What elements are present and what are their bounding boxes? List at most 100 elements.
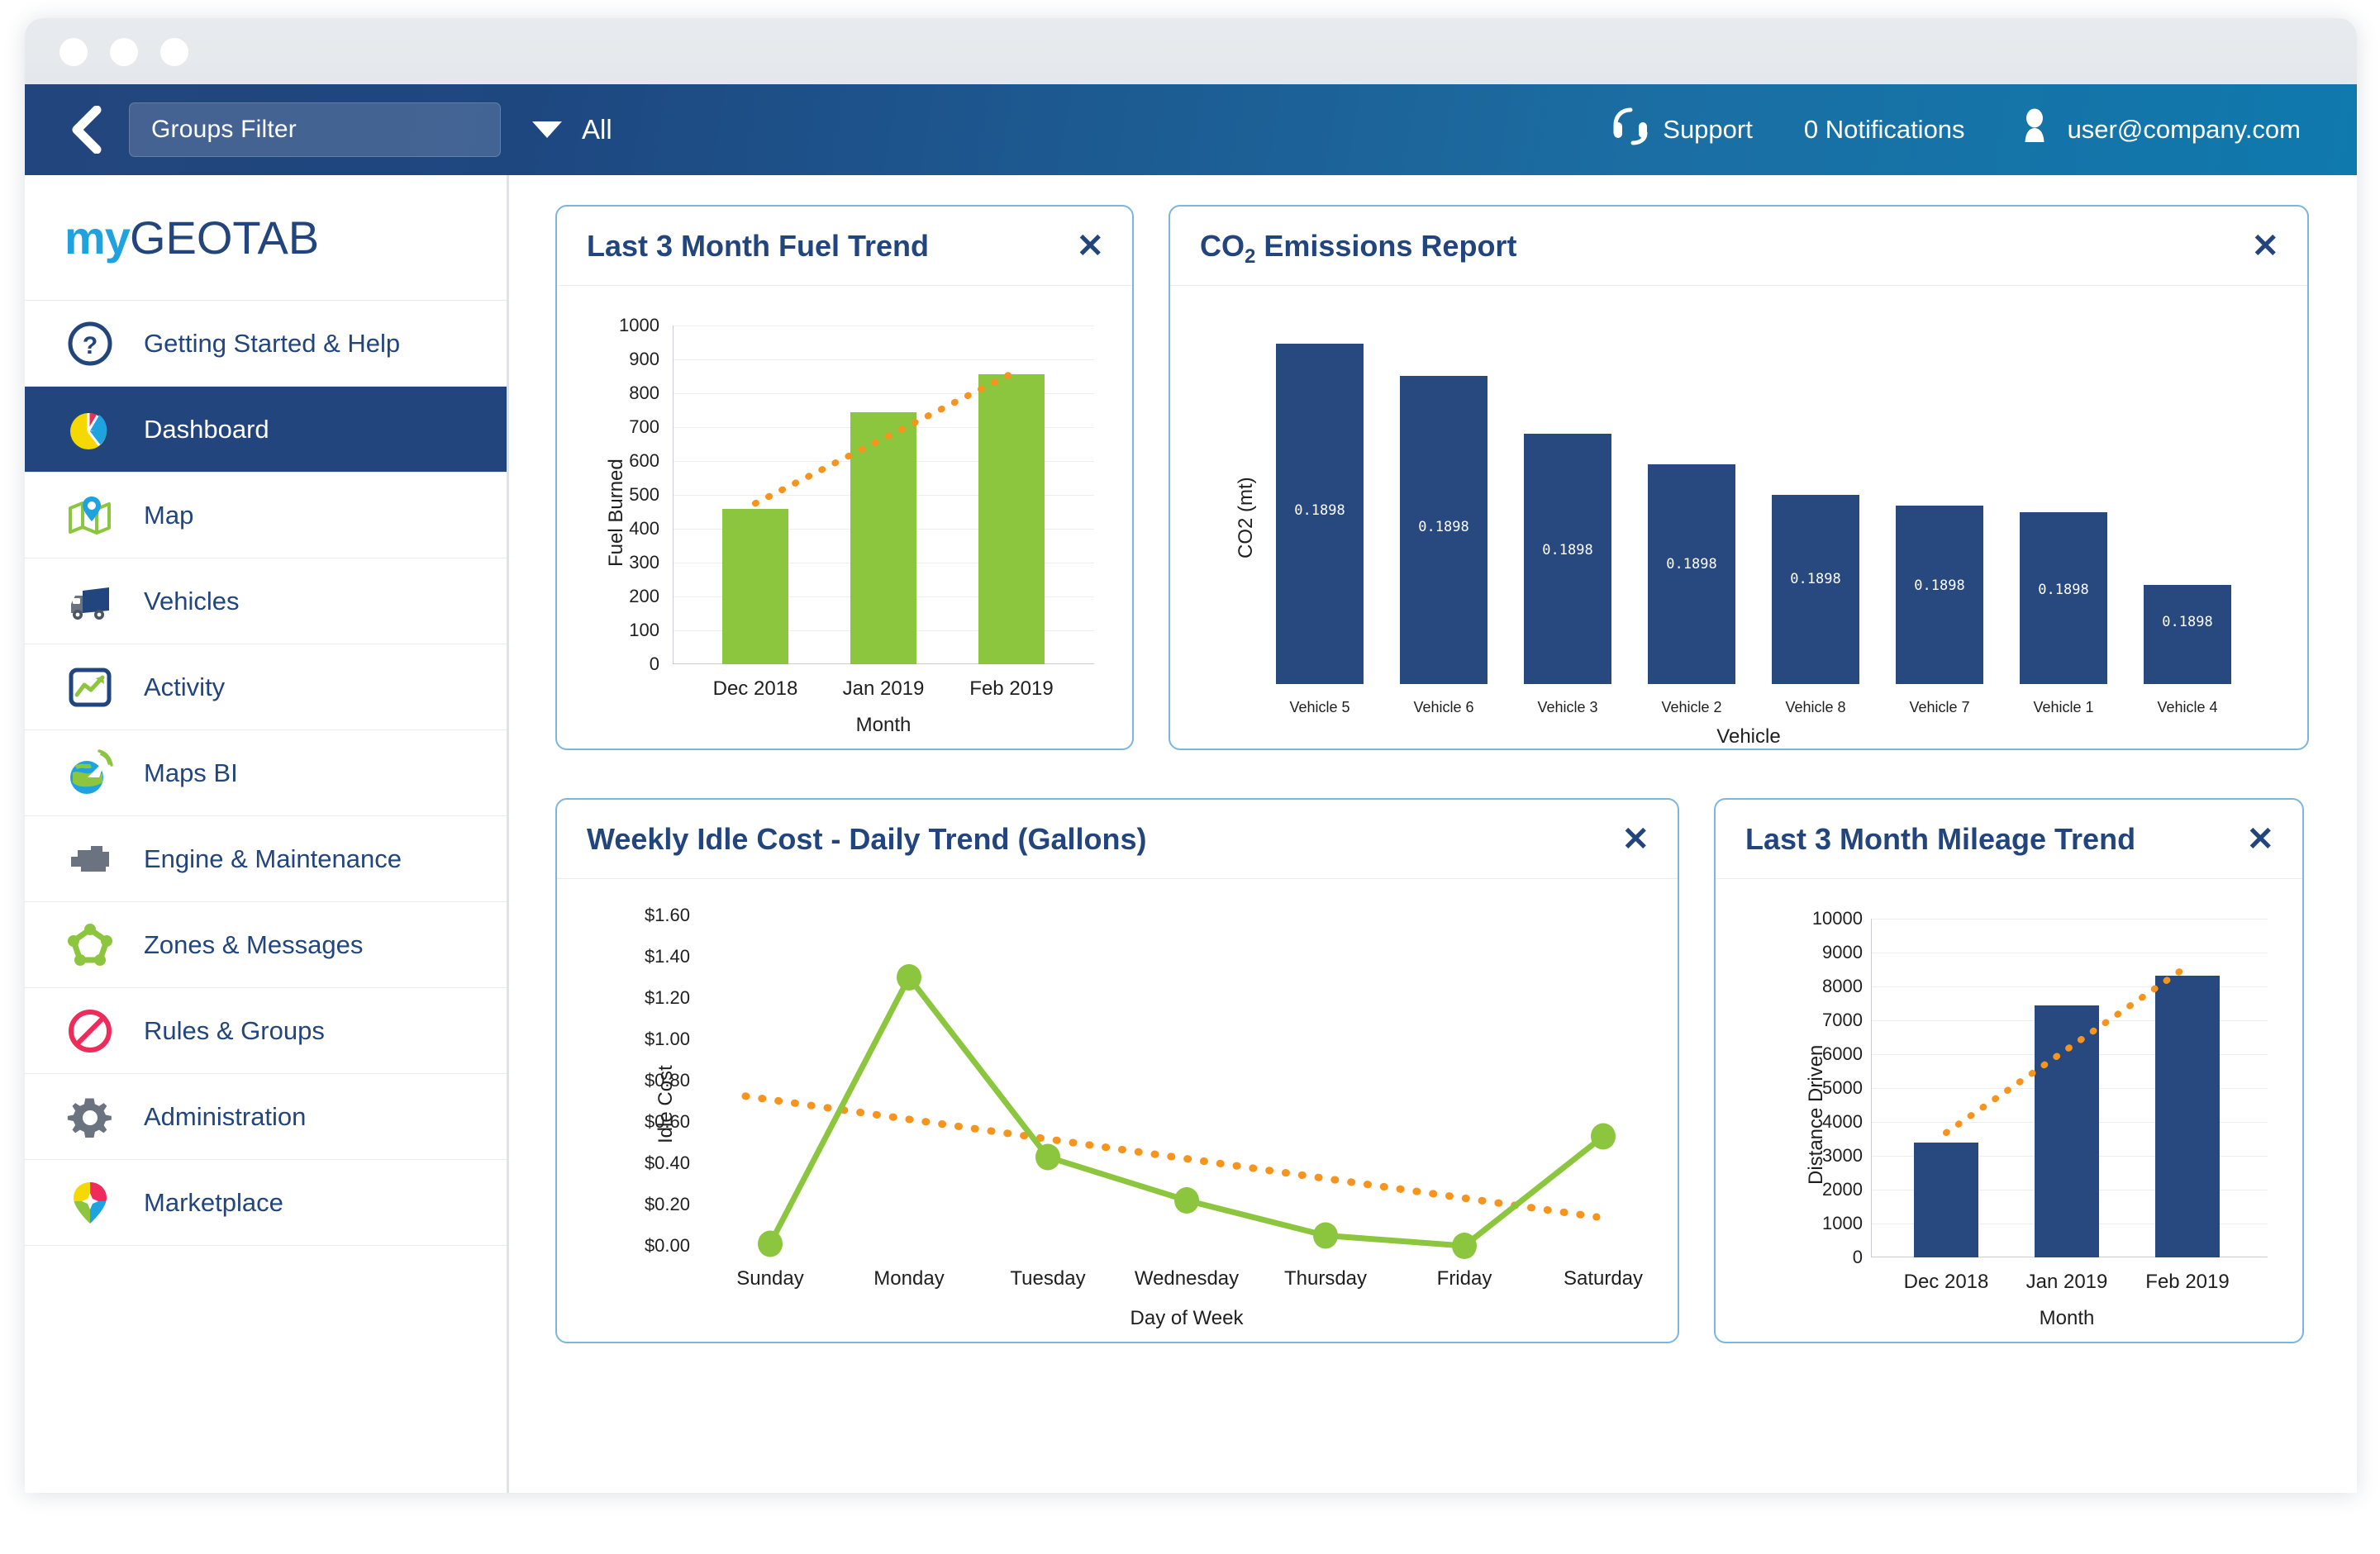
- x-tick: Saturday: [1563, 1267, 1644, 1290]
- y-tick: 10000: [1811, 908, 1863, 929]
- user-account-button[interactable]: user@company.com: [2016, 107, 2301, 152]
- y-tick: $0.20: [644, 1194, 690, 1214]
- close-window-button[interactable]: [60, 38, 88, 66]
- bar-value-label: 0.1898: [1666, 556, 1717, 573]
- plot-area: 0.1898 0.1898 0.1898 0.1898 0.1898 0.189…: [1269, 329, 2253, 684]
- support-button[interactable]: Support: [1612, 107, 1753, 152]
- sidebar-item-label: Vehicles: [144, 586, 240, 615]
- bar-vehicle-4: [2144, 585, 2231, 684]
- top-navigation-bar: Groups Filter All Support 0 Notification…: [25, 84, 2357, 175]
- x-axis-label: Month: [2039, 1307, 2095, 1329]
- x-tick: Tuesday: [1010, 1267, 1086, 1290]
- chart-fuel-trend: 1000 900 800 700 600 500 400 300 200 100…: [557, 286, 1132, 748]
- bar-value-label: 0.1898: [1914, 577, 1965, 594]
- user-avatar-icon: [2016, 107, 2053, 152]
- sidebar-item-administration[interactable]: Administration: [25, 1074, 507, 1160]
- x-tick: Monday: [873, 1267, 945, 1290]
- chart-mileage-trend: 10000 9000 8000 7000 6000 5000 4000 3000…: [1716, 879, 2302, 1342]
- truck-icon: [64, 576, 116, 627]
- trend-up-icon: [64, 662, 116, 713]
- card-header: Last 3 Month Mileage Trend ✕: [1716, 800, 2302, 879]
- groups-filter-input[interactable]: Groups Filter: [129, 102, 501, 157]
- sidebar-item-label: Marketplace: [144, 1187, 283, 1217]
- trendline: [1943, 962, 2191, 1137]
- x-axis-label: Vehicle: [1716, 725, 1781, 748]
- marketplace-pin-icon: [64, 1177, 116, 1228]
- logo-geotab-text: GEOTAB: [129, 211, 320, 264]
- x-tick: Dec 2018: [1903, 1271, 1989, 1293]
- x-tick: Vehicle 2: [1661, 699, 1722, 715]
- y-tick: $1.40: [644, 946, 690, 967]
- app-window: Groups Filter All Support 0 Notification…: [25, 18, 2357, 1493]
- window-controls: [60, 38, 188, 66]
- topbar-right-cluster: Support 0 Notifications user@company.com: [1612, 107, 2301, 152]
- x-tick: Vehicle 8: [1785, 699, 1846, 715]
- sidebar-item-rules-groups[interactable]: Rules & Groups: [25, 988, 507, 1074]
- gear-icon: [64, 1091, 116, 1143]
- notifications-button[interactable]: 0 Notifications: [1804, 115, 1965, 145]
- close-icon[interactable]: ✕: [2246, 823, 2274, 856]
- support-label: Support: [1663, 115, 1753, 144]
- x-tick: Vehicle 4: [2157, 699, 2218, 715]
- x-tick: Vehicle 1: [2033, 699, 2094, 715]
- bar-vehicle-3: [1524, 434, 1611, 684]
- sidebar-item-label: Activity: [144, 672, 226, 701]
- sidebar-item-marketplace[interactable]: Marketplace: [25, 1160, 507, 1246]
- brand-logo: myGEOTAB: [25, 175, 507, 301]
- sidebar-item-activity[interactable]: Activity: [25, 644, 507, 730]
- y-axis-label: CO2 (mt): [1235, 477, 1257, 558]
- card-header: Last 3 Month Fuel Trend ✕: [557, 207, 1132, 286]
- card-title-prefix: CO: [1200, 228, 1245, 263]
- window-titlebar: [25, 18, 2357, 84]
- x-tick: Jan 2019: [2025, 1271, 2108, 1293]
- y-tick: 0: [1852, 1247, 1863, 1267]
- engine-icon: [64, 834, 116, 885]
- question-circle-icon: ?: [64, 318, 116, 369]
- sidebar-item-zones-messages[interactable]: Zones & Messages: [25, 902, 507, 988]
- x-tick: Sunday: [736, 1267, 804, 1290]
- sidebar-item-label: Dashboard: [144, 414, 269, 444]
- maximize-window-button[interactable]: [160, 38, 188, 66]
- sidebar-item-label: Administration: [144, 1101, 307, 1131]
- bar-vehicle-7: [1896, 506, 1983, 684]
- series-and-trendline: [741, 964, 1616, 1259]
- y-tick: 700: [629, 416, 659, 437]
- card-title-subscript: 2: [1245, 245, 1256, 268]
- sidebar-item-maps-bi[interactable]: Maps BI: [25, 730, 507, 816]
- sidebar-item-getting-started[interactable]: ? Getting Started & Help: [25, 301, 507, 387]
- chart-co2-emissions: 0.1898 0.1898 0.1898 0.1898 0.1898 0.189…: [1170, 286, 2307, 748]
- plot-area: [1871, 919, 2268, 1257]
- bar-value-label: 0.1898: [2162, 614, 2213, 630]
- user-email-label: user@company.com: [2067, 115, 2301, 144]
- bar-value-label: 0.1898: [1542, 542, 1593, 558]
- bar-value-label: 0.1898: [2038, 582, 2089, 598]
- sidebar-item-vehicles[interactable]: Vehicles: [25, 558, 507, 644]
- sidebar-item-dashboard[interactable]: Dashboard: [25, 387, 507, 473]
- close-icon[interactable]: ✕: [1621, 823, 1649, 856]
- sidebar-item-map[interactable]: Map: [25, 473, 507, 558]
- back-chevron-icon[interactable]: [68, 106, 106, 154]
- bar-value-label: 0.1898: [1418, 519, 1469, 535]
- minimize-window-button[interactable]: [110, 38, 138, 66]
- zone-nodes-icon: [64, 920, 116, 971]
- x-tick: Vehicle 3: [1537, 699, 1598, 715]
- sidebar-item-engine-maintenance[interactable]: Engine & Maintenance: [25, 816, 507, 902]
- x-tick: Dec 2018: [712, 677, 798, 700]
- card-co2-emissions: CO2 Emissions Report ✕ 0.1898 0.1898 0.1…: [1169, 205, 2309, 750]
- no-entry-icon: [64, 1005, 116, 1057]
- y-tick: 900: [629, 349, 659, 369]
- chevron-down-icon[interactable]: [532, 121, 562, 138]
- group-scope-label[interactable]: All: [582, 114, 612, 145]
- y-tick: $0.40: [644, 1152, 690, 1173]
- plot-area: [721, 915, 1621, 1259]
- y-tick: $1.20: [644, 987, 690, 1008]
- x-tick: Jan 2019: [842, 677, 925, 700]
- app-body: myGEOTAB ? Getting Started & Help Dashbo…: [25, 175, 2357, 1493]
- close-icon[interactable]: ✕: [2251, 230, 2279, 263]
- sidebar-item-label: Zones & Messages: [144, 929, 364, 959]
- x-tick: Feb 2019: [969, 677, 1054, 700]
- card-title: Last 3 Month Mileage Trend: [1745, 821, 2136, 856]
- sidebar-item-label: Map: [144, 500, 194, 530]
- y-tick: 1000: [1822, 1213, 1863, 1233]
- close-icon[interactable]: ✕: [1076, 230, 1104, 263]
